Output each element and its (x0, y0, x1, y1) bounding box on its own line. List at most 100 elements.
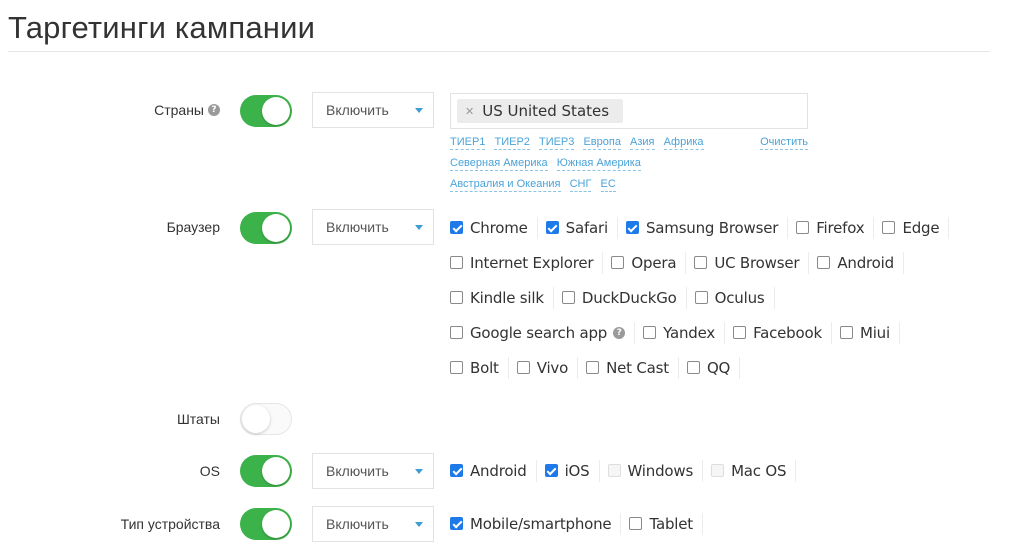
checkbox-unchecked-icon (711, 464, 725, 477)
checkbox-unchecked-icon[interactable] (629, 517, 643, 530)
checkbox-unchecked-icon[interactable] (450, 326, 463, 339)
browser-checkbox-qq[interactable]: QQ (686, 356, 741, 379)
checkbox-checked-icon[interactable] (545, 221, 559, 234)
checkbox-unchecked-icon[interactable] (450, 291, 463, 304)
quick-link-tier2[interactable]: ТИЕР2 (494, 136, 530, 150)
countries-mode-value: Включить (326, 102, 389, 118)
device-type-label: Тип устройства (121, 516, 220, 532)
device-type-checkbox-mobile-smartphone[interactable]: Mobile/smartphone (450, 512, 622, 535)
countries-tag-input[interactable]: ✕ US United States (450, 93, 808, 129)
checkbox-unchecked-icon[interactable] (561, 291, 575, 304)
os-checkbox-android[interactable]: Android (450, 459, 537, 482)
browser-checkbox-vivo[interactable]: Vivo (516, 356, 579, 379)
device-type-checkbox-tablet[interactable]: Tablet (629, 512, 703, 535)
clear-link[interactable]: Очистить (760, 136, 808, 150)
checkbox-unchecked-icon[interactable] (733, 326, 747, 339)
remove-tag-icon[interactable]: ✕ (465, 105, 474, 118)
browser-checkbox-net-cast[interactable]: Net Cast (586, 356, 679, 379)
checkbox-checked-icon[interactable] (625, 221, 639, 234)
chevron-down-icon (415, 469, 423, 474)
checkbox-label: Miui (859, 323, 890, 342)
checkbox-unchecked-icon[interactable] (796, 221, 810, 234)
browser-label-text: Браузер (166, 219, 220, 235)
quick-link-south-america[interactable]: Южная Америка (556, 157, 641, 171)
country-tag: ✕ US United States (457, 99, 624, 123)
browser-checkbox-oculus[interactable]: Oculus (694, 286, 775, 309)
browser-checkbox-safari[interactable]: Safari (545, 216, 618, 239)
browser-checkbox-kindle-silk[interactable]: Kindle silk (450, 286, 554, 309)
os-checkbox-ios[interactable]: iOS (544, 459, 600, 482)
toggle-knob (262, 457, 290, 485)
quick-link-tier1[interactable]: ТИЕР1 (450, 136, 486, 150)
browser-checkbox-uc-browser[interactable]: UC Browser (694, 251, 810, 274)
browser-checkbox-android[interactable]: Android (817, 251, 904, 274)
quick-link-eu[interactable]: ЕС (600, 178, 616, 192)
help-icon[interactable]: ? (613, 326, 626, 339)
browser-toggle[interactable] (240, 212, 292, 244)
browser-checkbox-miui[interactable]: Miui (839, 321, 900, 344)
browser-checkbox-edge[interactable]: Edge (882, 216, 950, 239)
checkbox-unchecked-icon[interactable] (586, 361, 600, 374)
browser-checkbox-samsung-browser[interactable]: Samsung Browser (625, 216, 789, 239)
checkbox-checked-icon[interactable] (450, 517, 463, 530)
browser-mode-value: Включить (326, 219, 389, 235)
browser-checkbox-firefox[interactable]: Firefox (796, 216, 875, 239)
checkbox-label: Windows (627, 461, 694, 480)
help-icon[interactable]: ? (208, 104, 220, 116)
quick-link-north-america[interactable]: Северная Америка (450, 157, 548, 171)
browser-checkbox-internet-explorer[interactable]: Internet Explorer (450, 251, 604, 274)
os-checkbox-mac-os: Mac OS (711, 459, 797, 482)
checkbox-unchecked-icon[interactable] (694, 256, 708, 269)
toggle-knob (262, 510, 290, 538)
os-checkbox-line: Android iOS Windows Mac OS (450, 453, 804, 488)
browser-checkbox-duckduckgo[interactable]: DuckDuckGo (561, 286, 687, 309)
checkbox-checked-icon[interactable] (544, 464, 558, 477)
quick-link-cis[interactable]: СНГ (569, 178, 592, 192)
quick-link-oceania[interactable]: Австралия и Океания (450, 178, 561, 192)
checkbox-checked-icon[interactable] (450, 221, 463, 234)
quick-link-tier3[interactable]: ТИЕР3 (538, 136, 575, 150)
browser-checkbox-facebook[interactable]: Facebook (733, 321, 832, 344)
checkbox-unchecked-icon[interactable] (643, 326, 657, 339)
checkbox-unchecked-icon[interactable] (450, 361, 463, 374)
checkbox-unchecked-icon[interactable] (694, 291, 708, 304)
os-toggle[interactable] (240, 455, 292, 487)
quick-link-asia[interactable]: Азия (630, 136, 655, 150)
checkbox-label: Internet Explorer (470, 253, 594, 272)
checkbox-label: Chrome (470, 218, 528, 237)
checkbox-unchecked-icon[interactable] (450, 256, 463, 269)
browser-checkbox-google-search-app[interactable]: Google search app? (450, 321, 636, 344)
checkbox-unchecked-icon[interactable] (516, 361, 530, 374)
checkbox-unchecked-icon[interactable] (882, 221, 896, 234)
browser-checkbox-chrome[interactable]: Chrome (450, 216, 538, 239)
checkbox-unchecked-icon[interactable] (611, 256, 625, 269)
states-label-text: Штаты (176, 411, 220, 427)
checkbox-label: Vivo (536, 358, 569, 377)
checkbox-label: Facebook (753, 323, 822, 342)
device-type-mode-select[interactable]: Включить (312, 506, 434, 542)
browser-checkbox-yandex[interactable]: Yandex (643, 321, 726, 344)
checkbox-label: DuckDuckGo (581, 288, 677, 307)
browser-checkbox-line: Internet Explorer Opera UC Browser Android (450, 245, 957, 280)
countries-mode-select[interactable]: Включить (312, 92, 434, 128)
device-type-toggle[interactable] (240, 508, 292, 540)
quick-links-line: Северная Америка Южная Америка (450, 157, 810, 178)
browser-checkbox-opera[interactable]: Opera (611, 251, 687, 274)
quick-link-africa[interactable]: Африка (663, 136, 704, 150)
browser-checkbox-group: Chrome Safari Samsung Browser Firefox Edge In… (450, 210, 957, 385)
countries-toggle[interactable] (240, 95, 292, 127)
countries-label: Страны ? (154, 102, 220, 118)
states-label: Штаты (177, 411, 220, 427)
checkbox-checked-icon[interactable] (450, 464, 463, 477)
browser-mode-select[interactable]: Включить (312, 209, 434, 245)
browser-checkbox-bolt[interactable]: Bolt (450, 356, 509, 379)
checkbox-unchecked-icon[interactable] (839, 326, 853, 339)
toggle-knob (262, 97, 290, 125)
region-quick-links: ТИЕР1 ТИЕР2 ТИЕР3 Европа Азия Африка Очи… (450, 136, 810, 199)
states-toggle[interactable] (240, 403, 292, 435)
os-mode-value: Включить (326, 463, 389, 479)
os-mode-select[interactable]: Включить (312, 453, 434, 489)
checkbox-unchecked-icon[interactable] (817, 256, 831, 269)
quick-link-europe[interactable]: Европа (583, 136, 621, 150)
checkbox-unchecked-icon[interactable] (686, 361, 700, 374)
